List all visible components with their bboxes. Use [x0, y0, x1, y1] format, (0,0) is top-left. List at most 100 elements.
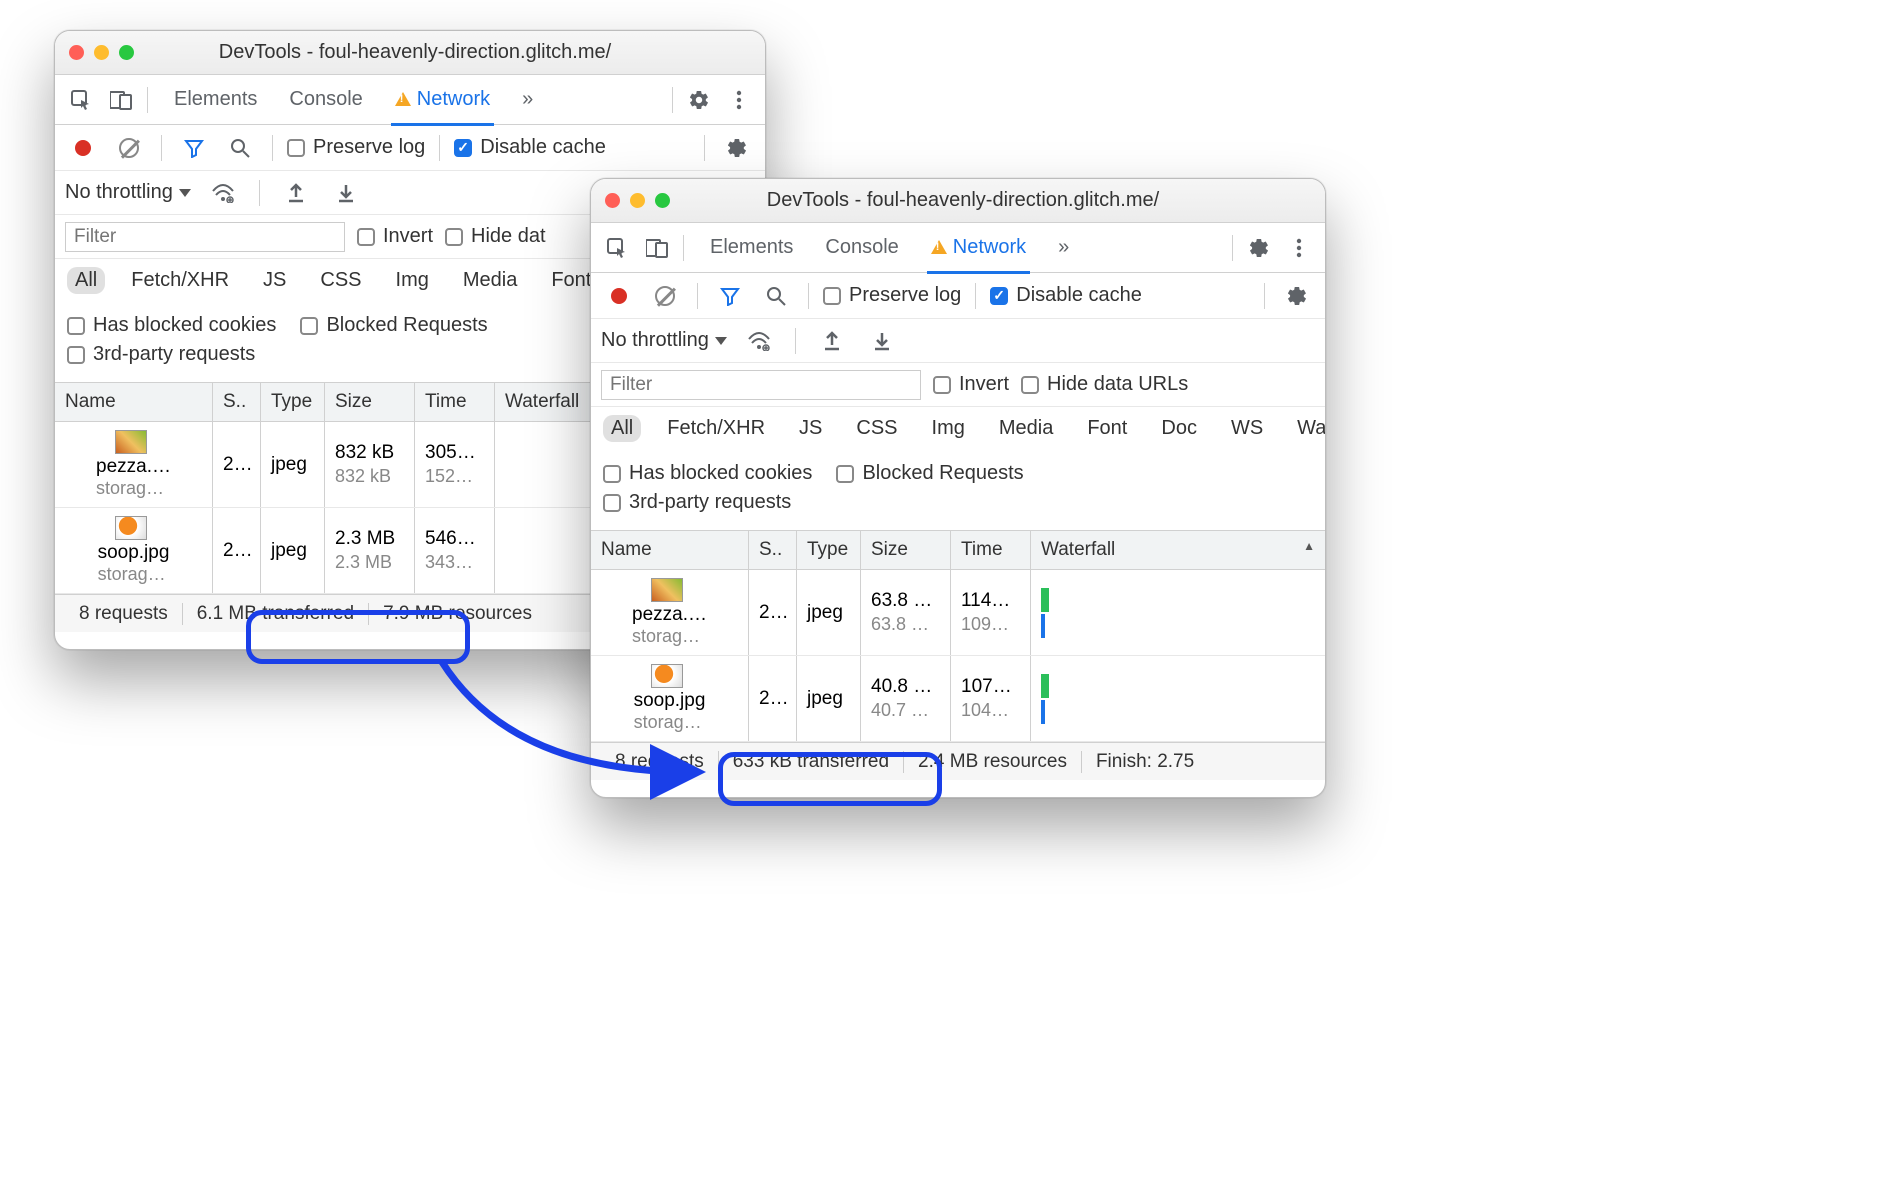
pill-wasm[interactable]: Wasm — [1289, 415, 1325, 442]
blocked-cookies-checkbox[interactable]: Has blocked cookies — [603, 462, 812, 485]
pill-img[interactable]: Img — [388, 267, 437, 294]
network-settings-icon[interactable] — [719, 130, 755, 166]
tab-elements[interactable]: Elements — [706, 224, 797, 271]
preserve-log-checkbox[interactable]: Preserve log — [287, 136, 425, 159]
col-size[interactable]: Size — [861, 531, 951, 569]
tab-network[interactable]: Network — [927, 224, 1030, 274]
pill-ws[interactable]: WS — [1223, 415, 1271, 442]
tab-console[interactable]: Console — [821, 224, 902, 271]
col-status[interactable]: S.. — [749, 531, 797, 569]
pill-doc[interactable]: Doc — [1153, 415, 1205, 442]
col-time[interactable]: Time — [415, 383, 495, 421]
upload-har-icon[interactable] — [814, 323, 850, 359]
disable-cache-label: Disable cache — [1016, 284, 1142, 307]
tabs-overflow[interactable]: » — [518, 76, 537, 123]
inspect-icon[interactable] — [63, 82, 99, 118]
disable-cache-checkbox[interactable]: Disable cache — [454, 136, 606, 159]
disable-cache-checkbox[interactable]: Disable cache — [990, 284, 1142, 307]
third-party-checkbox[interactable]: 3rd-party requests — [603, 491, 791, 514]
col-status[interactable]: S.. — [213, 383, 261, 421]
inspect-icon[interactable] — [599, 230, 635, 266]
maximize-button[interactable] — [655, 193, 670, 208]
network-conditions-icon[interactable] — [205, 175, 241, 211]
device-toggle-icon[interactable] — [639, 230, 675, 266]
settings-icon[interactable] — [681, 82, 717, 118]
maximize-button[interactable] — [119, 45, 134, 60]
pill-fetch[interactable]: Fetch/XHR — [123, 267, 237, 294]
device-toggle-icon[interactable] — [103, 82, 139, 118]
col-name[interactable]: Name — [591, 531, 749, 569]
col-type[interactable]: Type — [797, 531, 861, 569]
download-har-icon[interactable] — [328, 175, 364, 211]
window-title: DevTools - foul-heavenly-direction.glitc… — [134, 41, 751, 64]
pill-media[interactable]: Media — [455, 267, 525, 294]
third-party-checkbox[interactable]: 3rd-party requests — [67, 343, 255, 366]
kebab-menu-icon[interactable] — [1281, 230, 1317, 266]
search-icon[interactable] — [758, 278, 794, 314]
pill-all[interactable]: All — [603, 415, 641, 442]
filter-input[interactable] — [601, 370, 921, 400]
pill-fetch[interactable]: Fetch/XHR — [659, 415, 773, 442]
preserve-log-checkbox[interactable]: Preserve log — [823, 284, 961, 307]
tabs-overflow[interactable]: » — [1054, 224, 1073, 271]
request-thumbnail — [115, 516, 147, 540]
filter-icon[interactable] — [712, 278, 748, 314]
search-icon[interactable] — [222, 130, 258, 166]
pill-media[interactable]: Media — [991, 415, 1061, 442]
network-conditions-icon[interactable] — [741, 323, 777, 359]
record-button[interactable] — [601, 278, 637, 314]
settings-icon[interactable] — [1241, 230, 1277, 266]
hide-data-urls-checkbox[interactable]: Hide dat — [445, 225, 546, 248]
record-button[interactable] — [65, 130, 101, 166]
tab-network[interactable]: Network — [391, 76, 494, 126]
pill-css[interactable]: CSS — [312, 267, 369, 294]
hide-label: Hide dat — [471, 225, 546, 248]
type-value: jpeg — [271, 454, 314, 476]
filter-input[interactable] — [65, 222, 345, 252]
pill-css[interactable]: CSS — [848, 415, 905, 442]
tab-console[interactable]: Console — [285, 76, 366, 123]
upload-har-icon[interactable] — [278, 175, 314, 211]
invert-checkbox[interactable]: Invert — [933, 373, 1009, 396]
blocked-requests-checkbox[interactable]: Blocked Requests — [300, 314, 487, 337]
close-button[interactable] — [605, 193, 620, 208]
pill-font[interactable]: Font — [1079, 415, 1135, 442]
col-type[interactable]: Type — [261, 383, 325, 421]
throttling-select[interactable]: No throttling — [65, 181, 191, 204]
col-time[interactable]: Time — [951, 531, 1031, 569]
size-value2: 2.3 MB — [335, 552, 404, 573]
hide-data-urls-checkbox[interactable]: Hide data URLs — [1021, 373, 1188, 396]
col-name[interactable]: Name — [55, 383, 213, 421]
kebab-menu-icon[interactable] — [721, 82, 757, 118]
filter-icon[interactable] — [176, 130, 212, 166]
close-button[interactable] — [69, 45, 84, 60]
waterfall-cell — [1031, 656, 1325, 741]
divider — [147, 87, 148, 113]
col-size[interactable]: Size — [325, 383, 415, 421]
traffic-lights — [605, 193, 670, 208]
pill-js[interactable]: JS — [255, 267, 294, 294]
network-settings-icon[interactable] — [1279, 278, 1315, 314]
network-toolbar: Preserve log Disable cache — [591, 273, 1325, 319]
divider — [259, 180, 260, 206]
minimize-button[interactable] — [94, 45, 109, 60]
request-domain: storag… — [98, 564, 170, 585]
minimize-button[interactable] — [630, 193, 645, 208]
download-har-icon[interactable] — [864, 323, 900, 359]
size-value: 832 kB — [335, 442, 404, 464]
type-value: jpeg — [807, 602, 850, 624]
filter-options: Has blocked cookies Blocked Requests 3rd… — [591, 450, 1325, 531]
pill-img[interactable]: Img — [924, 415, 973, 442]
invert-checkbox[interactable]: Invert — [357, 225, 433, 248]
tab-elements[interactable]: Elements — [170, 76, 261, 123]
blocked-cookies-checkbox[interactable]: Has blocked cookies — [67, 314, 276, 337]
pill-js[interactable]: JS — [791, 415, 830, 442]
clear-button[interactable] — [647, 278, 683, 314]
clear-button[interactable] — [111, 130, 147, 166]
throttling-select[interactable]: No throttling — [601, 329, 727, 352]
pill-all[interactable]: All — [67, 267, 105, 294]
divider — [161, 135, 162, 161]
traffic-lights — [69, 45, 134, 60]
blocked-requests-checkbox[interactable]: Blocked Requests — [836, 462, 1023, 485]
col-waterfall[interactable]: Waterfall▲ — [1031, 531, 1325, 569]
